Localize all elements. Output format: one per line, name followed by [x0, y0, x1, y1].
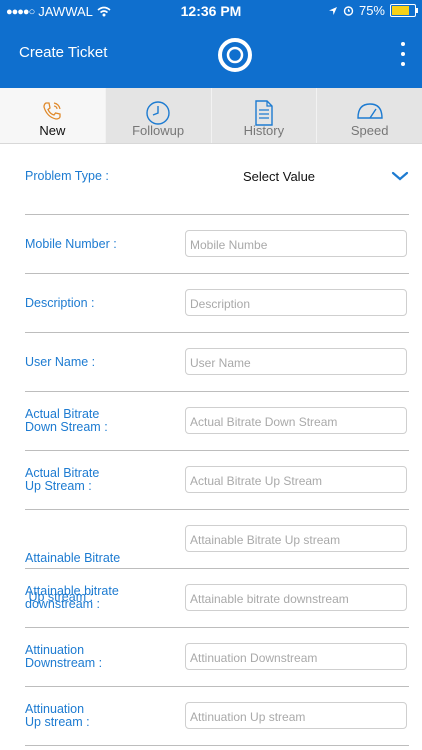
problem-type-label: Problem Type : [25, 169, 109, 183]
alarm-icon [343, 6, 354, 16]
description-label: Description : [25, 296, 95, 310]
tab-speed-label: Speed [350, 123, 389, 138]
mobile-number-label: Mobile Number : [25, 237, 117, 251]
actual-bitrate-down-input[interactable]: Actual Bitrate Down Stream [185, 407, 407, 434]
attinuation-down-input[interactable]: Attinuation Downstream [185, 643, 407, 670]
label-line-2: Up Stream : [25, 479, 92, 493]
actual-bitrate-up-input[interactable]: Actual Bitrate Up Stream [185, 466, 407, 493]
tab-followup[interactable]: Followup [105, 88, 212, 143]
description-input[interactable]: Description [185, 289, 407, 316]
tab-new-label: New [39, 123, 66, 138]
app-bar: Create Ticket [0, 22, 422, 88]
attainable-bitrate-up-input[interactable]: Attainable Bitrate Up stream [185, 525, 407, 552]
tab-new[interactable]: New [0, 88, 106, 143]
battery-percent: 75% [358, 3, 385, 18]
attinuation-down-label: Attinuation Downstream : [25, 644, 102, 670]
attainable-bitrate-down-row: Attainable bitrate downstream : Attainab… [25, 569, 409, 628]
attainable-bitrate-up-row: Attainable Bitrate Up stream : Attainabl… [25, 510, 409, 604]
tab-speed[interactable]: Speed [317, 88, 422, 143]
ticket-form: Problem Type : Select Value Mobile Numbe… [0, 143, 422, 746]
overflow-menu-button[interactable] [398, 42, 408, 66]
label-line-2: Up stream : [25, 715, 90, 729]
user-name-row: User Name : User Name [25, 333, 409, 392]
actual-bitrate-up-label: Actual Bitrate Up Stream : [25, 467, 99, 493]
status-right: 75% [328, 3, 418, 18]
problem-type-select[interactable]: Select Value [243, 169, 315, 184]
location-arrow-icon [328, 6, 337, 15]
label-line-2: Downstream : [25, 656, 103, 670]
attinuation-up-input[interactable]: Attinuation Up stream [185, 702, 407, 729]
label-line-2: Down Stream : [25, 420, 108, 434]
actual-bitrate-down-row: Actual Bitrate Down Stream : Actual Bitr… [25, 392, 409, 451]
attinuation-up-row: Attinuation Up stream : Attinuation Up s… [25, 687, 409, 746]
menu-dot-icon [401, 62, 405, 66]
chevron-down-icon[interactable] [391, 171, 409, 181]
tab-followup-label: Followup [132, 123, 185, 138]
attainable-bitrate-down-label: Attainable bitrate downstream : [25, 585, 119, 611]
label-line-1: Attainable Bitrate [25, 551, 121, 565]
tab-bar: New Followup History Speed [0, 88, 422, 144]
attainable-bitrate-down-input[interactable]: Attainable bitrate downstream [185, 584, 407, 611]
problem-type-row: Problem Type : Select Value [25, 143, 409, 215]
mobile-number-row: Mobile Number : Mobile Numbe [25, 215, 409, 274]
description-row: Description : Description [25, 274, 409, 333]
attinuation-up-label: Attinuation Up stream : [25, 703, 90, 729]
phone-icon [43, 102, 62, 120]
speedometer-icon [356, 103, 383, 119]
user-name-label: User Name : [25, 355, 96, 369]
label-line-2: downstream : [25, 597, 101, 611]
battery-icon [390, 4, 418, 17]
tab-history-label: History [243, 123, 285, 138]
tab-history[interactable]: History [211, 88, 318, 143]
menu-dot-icon [401, 52, 405, 56]
app-logo-icon [218, 38, 252, 72]
page-title: Create Ticket [19, 44, 108, 61]
attinuation-down-row: Attinuation Downstream : Attinuation Dow… [25, 628, 409, 687]
menu-dot-icon [401, 42, 405, 46]
battery-fill [392, 6, 409, 15]
mobile-number-input[interactable]: Mobile Numbe [185, 230, 407, 257]
status-bar: ●●●●○ JAWWAL 12:36 PM 75% [0, 0, 422, 22]
actual-bitrate-up-row: Actual Bitrate Up Stream : Actual Bitrat… [25, 451, 409, 510]
actual-bitrate-down-label: Actual Bitrate Down Stream : [25, 408, 108, 434]
user-name-input[interactable]: User Name [185, 348, 407, 375]
